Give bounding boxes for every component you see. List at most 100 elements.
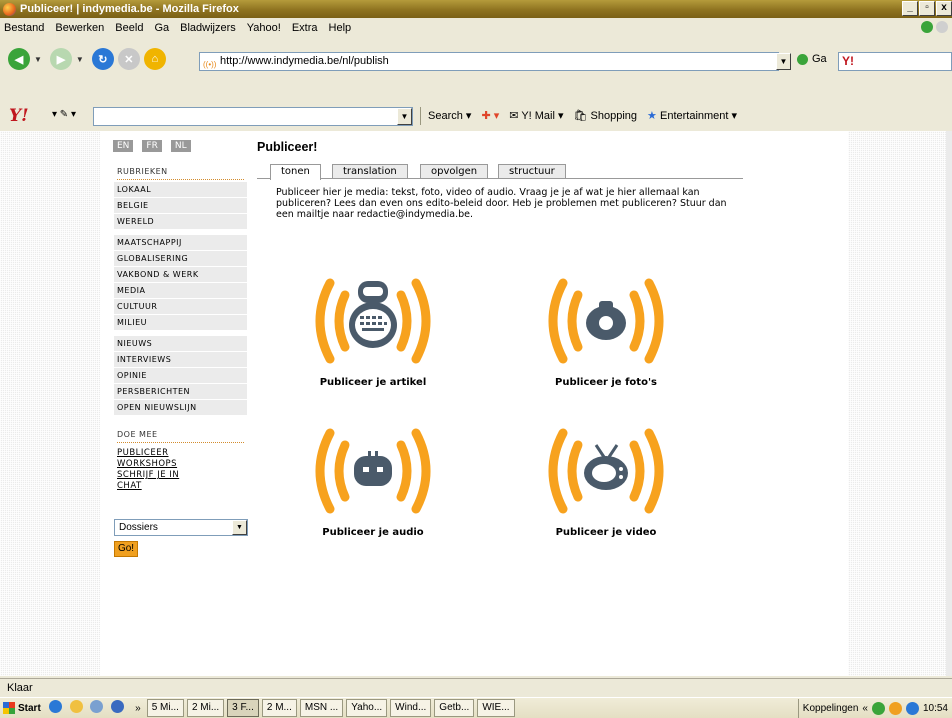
update-icon[interactable] xyxy=(921,21,933,33)
dossiers-select[interactable]: Dossiers ▼ xyxy=(114,519,248,536)
url-bar[interactable]: ((•)) http://www.indymedia.be/nl/publish xyxy=(199,52,779,71)
search-engine-box[interactable]: Y! xyxy=(838,52,952,71)
sidebar-item-opinie[interactable]: OPINIE xyxy=(114,368,247,383)
lang-en[interactable]: EN xyxy=(113,140,134,152)
task-doc[interactable]: WIE... xyxy=(477,699,515,717)
window-title: Publiceer! | indymedia.be - Mozilla Fire… xyxy=(20,3,239,15)
chevron-down-icon[interactable]: ▼ xyxy=(232,520,247,535)
publish-article-label[interactable]: Publiceer je artikel xyxy=(283,377,463,388)
link-workshops[interactable]: WORKSHOPS xyxy=(117,459,179,470)
reload-icon[interactable]: ↻ xyxy=(91,48,114,70)
forward-icon[interactable]: ▶ xyxy=(49,48,72,70)
menu-beeld[interactable]: Beeld xyxy=(115,22,143,34)
sidebar-item-milieu[interactable]: MILIEU xyxy=(114,315,247,330)
tray-msn-icon[interactable] xyxy=(888,702,902,715)
publish-video-label[interactable]: Publiceer je video xyxy=(516,527,696,538)
back-dropdown-icon[interactable]: ▼ xyxy=(34,55,42,64)
media-quicklaunch-icon[interactable] xyxy=(111,700,125,713)
tab-opvolgen[interactable]: opvolgen xyxy=(420,164,489,178)
menu-extra[interactable]: Extra xyxy=(292,22,318,34)
publish-photo-card[interactable]: Publiceer je foto's xyxy=(516,271,696,388)
yahoo-mail-button[interactable]: ✉ Y! Mail ▾ xyxy=(509,109,563,122)
dossiers-go-button[interactable]: Go! xyxy=(114,541,138,557)
browser-quicklaunch-icon[interactable] xyxy=(90,700,104,713)
publish-photo-label[interactable]: Publiceer je foto's xyxy=(516,377,696,388)
maximize-button[interactable]: ▫ xyxy=(919,1,935,16)
vertical-scrollbar[interactable] xyxy=(946,131,952,676)
yahoo-crosshair-icon[interactable]: ✚ ▾ xyxy=(481,109,499,122)
keyboard-robot-icon xyxy=(315,278,431,364)
links-toolbar[interactable]: Koppelingen xyxy=(803,703,859,714)
yahoo-search-dropdown-icon[interactable]: ▼ xyxy=(397,108,412,125)
tab-structuur[interactable]: structuur xyxy=(498,164,566,178)
lang-fr[interactable]: FR xyxy=(142,140,162,152)
publish-article-card[interactable]: Publiceer je artikel xyxy=(283,271,463,388)
task-yahoo[interactable]: Yaho... xyxy=(346,699,388,717)
dossiers-value: Dossiers xyxy=(119,522,158,533)
link-publiceer[interactable]: PUBLICEER xyxy=(117,448,179,459)
back-icon[interactable]: ◀ xyxy=(8,48,30,70)
task-firefox[interactable]: 3 F... xyxy=(227,699,259,717)
quicklaunch-more[interactable]: » xyxy=(135,703,141,714)
tray-network-icon[interactable] xyxy=(871,702,885,715)
page-content[interactable]: EN FR NL RUBRIEKEN LOKAAL BELGIE WERELD … xyxy=(0,131,952,676)
task-windows[interactable]: Wind... xyxy=(390,699,432,717)
sidebar-item-maatschappij[interactable]: MAATSCHAPPIJ xyxy=(114,235,247,250)
task-msn[interactable]: MSN ... xyxy=(299,699,344,717)
sidebar-item-belgie[interactable]: BELGIE xyxy=(114,198,247,213)
publish-video-card[interactable]: Publiceer je video xyxy=(516,421,696,538)
menu-yahoo[interactable]: Yahoo! xyxy=(247,22,281,34)
window-titlebar[interactable]: Publiceer! | indymedia.be - Mozilla Fire… xyxy=(0,0,952,18)
sidebar-item-vakbond[interactable]: VAKBOND & WERK xyxy=(114,267,247,282)
tab-tonen[interactable]: tonen xyxy=(270,164,321,180)
sidebar-item-open-nieuwslijn[interactable]: OPEN NIEUWSLIJN xyxy=(114,400,247,415)
sidebar-item-wereld[interactable]: WERELD xyxy=(114,214,247,229)
sidebar-item-lokaal[interactable]: LOKAAL xyxy=(114,182,247,197)
menu-bewerken[interactable]: Bewerken xyxy=(55,22,104,34)
link-chat[interactable]: CHAT xyxy=(117,481,179,492)
sidebar-item-globalisering[interactable]: GLOBALISERING xyxy=(114,251,247,266)
tab-translation[interactable]: translation xyxy=(332,164,408,178)
sidebar-item-persberichten[interactable]: PERSBERICHTEN xyxy=(114,384,247,399)
stop-icon[interactable]: ✕ xyxy=(117,48,140,70)
menu-ga[interactable]: Ga xyxy=(154,22,169,34)
yahoo-shopping-button[interactable]: 🛍 Shopping xyxy=(574,109,638,122)
url-dropdown-icon[interactable]: ▼ xyxy=(776,53,791,70)
lang-nl[interactable]: NL xyxy=(170,140,191,152)
yahoo-search-input[interactable] xyxy=(93,107,413,126)
sidebar-item-media[interactable]: MEDIA xyxy=(114,283,247,298)
yahoo-toolbar: Y! ▾ ✎ ▾ ▼ Search ▾ ✚ ▾ ✉ Y! Mail ▾ 🛍 Sh… xyxy=(0,104,952,128)
forward-dropdown-icon[interactable]: ▼ xyxy=(76,55,84,64)
link-schrijf-je-in[interactable]: SCHRIJF JE IN xyxy=(117,470,179,481)
intro-text: Publiceer hier je media: tekst, foto, vi… xyxy=(276,187,727,220)
tray-search-icon[interactable] xyxy=(905,702,919,715)
minimize-button[interactable]: _ xyxy=(902,1,918,16)
url-text: http://www.indymedia.be/nl/publish xyxy=(220,55,389,67)
sidebar-group-types: NIEUWS INTERVIEWS OPINIE PERSBERICHTEN O… xyxy=(114,336,247,416)
task-thunderbird[interactable]: 2 M... xyxy=(261,699,297,717)
task-paint[interactable]: 2 Mi... xyxy=(186,699,225,717)
pencil-icon[interactable]: ▾ ✎ ▾ xyxy=(52,109,76,120)
go-button[interactable]: Ga xyxy=(797,53,827,65)
yahoo-entertainment-button[interactable]: ★ Entertainment ▾ xyxy=(647,109,737,122)
windows-logo-icon xyxy=(3,702,15,714)
sidebar-item-interviews[interactable]: INTERVIEWS xyxy=(114,352,247,367)
task-word[interactable]: 5 Mi... xyxy=(146,699,184,717)
folder-quicklaunch-icon[interactable] xyxy=(69,700,83,713)
publish-audio-label[interactable]: Publiceer je audio xyxy=(283,527,463,538)
sidebar-item-nieuws[interactable]: NIEUWS xyxy=(114,336,247,351)
feed-icon[interactable]: ((•)) xyxy=(203,56,216,69)
sidebar-item-cultuur[interactable]: CULTUUR xyxy=(114,299,247,314)
menu-help[interactable]: Help xyxy=(329,22,352,34)
close-button[interactable]: x xyxy=(936,1,952,16)
publish-audio-card[interactable]: Publiceer je audio xyxy=(283,421,463,538)
task-folder[interactable]: Getb... xyxy=(434,699,475,717)
yahoo-logo-icon[interactable]: Y! xyxy=(9,106,29,126)
menu-bladwijzers[interactable]: Bladwijzers xyxy=(180,22,236,34)
start-button[interactable]: Start xyxy=(0,699,41,718)
yahoo-search-button[interactable]: Search ▾ xyxy=(428,109,471,122)
ie-quicklaunch-icon[interactable] xyxy=(48,700,62,713)
links-more[interactable]: « xyxy=(862,703,868,714)
menu-bestand[interactable]: Bestand xyxy=(4,22,44,34)
home-icon[interactable]: ⌂ xyxy=(143,48,166,70)
